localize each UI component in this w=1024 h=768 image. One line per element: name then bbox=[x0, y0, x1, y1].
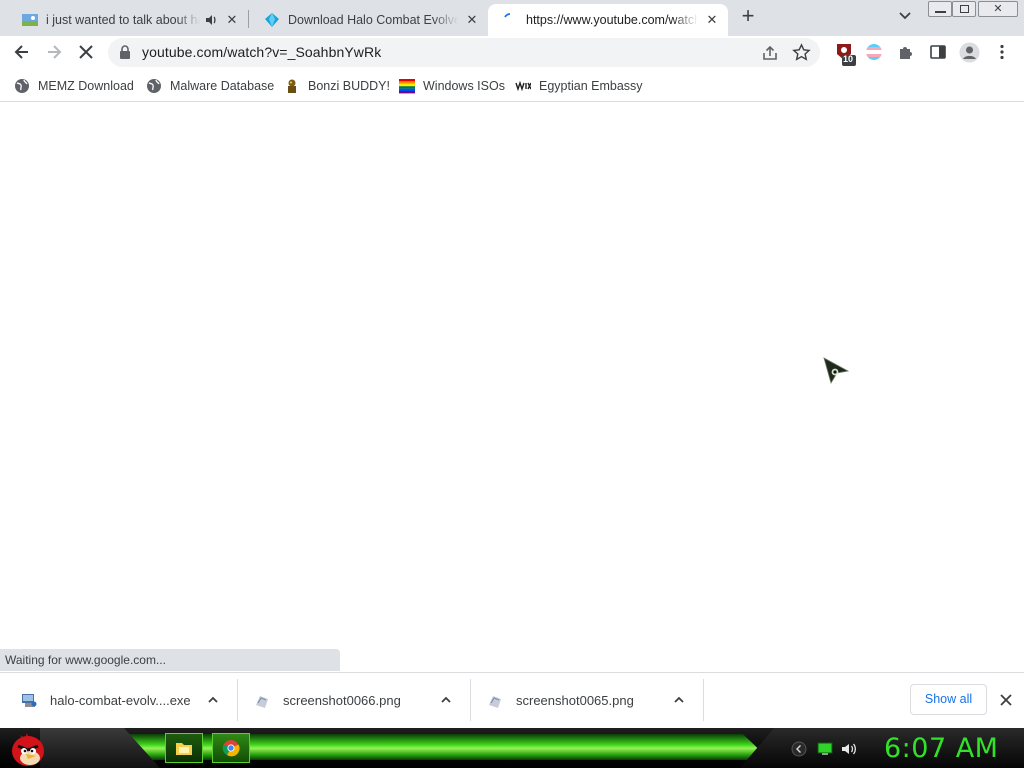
rainbow-flag-icon bbox=[399, 79, 415, 94]
bookmark-star-icon[interactable] bbox=[792, 43, 811, 62]
tab-close-icon[interactable]: ✕ bbox=[464, 12, 480, 28]
trans-flag-extension-icon[interactable] bbox=[865, 43, 883, 61]
share-icon[interactable] bbox=[761, 44, 779, 62]
blue-diamond-favicon-icon bbox=[265, 13, 279, 27]
network-monitor-icon[interactable] bbox=[817, 741, 833, 757]
eye-cursor-icon bbox=[823, 357, 850, 385]
bookmark-label: Malware Database bbox=[170, 79, 275, 93]
new-tab-button[interactable]: + bbox=[737, 5, 759, 28]
restore-window-button[interactable] bbox=[952, 1, 976, 17]
page-content-blank[interactable] bbox=[0, 103, 1024, 672]
bookmark-label: Windows ISOs bbox=[423, 79, 505, 93]
tab-title: i just wanted to talk about ha bbox=[46, 13, 200, 27]
image-file-icon bbox=[489, 696, 501, 708]
extension-badge-count: 10 bbox=[842, 54, 853, 64]
volume-icon[interactable] bbox=[841, 741, 857, 757]
download-filename: halo-combat-evolv....exe bbox=[50, 692, 191, 708]
wix-icon bbox=[515, 80, 531, 92]
close-download-shelf-icon[interactable] bbox=[998, 692, 1014, 708]
tab-title: Download Halo Combat Evolved bbox=[288, 13, 458, 27]
extensions-puzzle-icon[interactable] bbox=[897, 43, 915, 61]
tray-chevron-icon[interactable] bbox=[791, 741, 807, 757]
bookmark-egyptian-embassy[interactable]: Egyptian Embassy bbox=[515, 76, 643, 96]
download-separator bbox=[237, 679, 238, 721]
bookmark-label: Egyptian Embassy bbox=[539, 79, 643, 93]
close-window-button[interactable]: ✕ bbox=[978, 1, 1018, 17]
taskbar-chrome-button[interactable] bbox=[212, 733, 250, 763]
tab-close-icon[interactable]: ✕ bbox=[704, 12, 720, 28]
forward-arrow-icon[interactable] bbox=[44, 42, 64, 62]
tab-3-active[interactable]: https://www.youtube.com/watch ✕ bbox=[488, 4, 728, 36]
start-button-angry-bird-icon[interactable] bbox=[8, 729, 48, 767]
download-item-screenshot0065[interactable]: screenshot0065.png bbox=[486, 679, 704, 721]
chevron-up-icon[interactable] bbox=[439, 693, 453, 707]
stop-loading-icon[interactable] bbox=[76, 42, 96, 62]
bookmark-malware-database[interactable]: Malware Database bbox=[146, 76, 274, 96]
profile-avatar-icon[interactable] bbox=[959, 42, 980, 63]
url-text[interactable]: youtube.com/watch?v=_SoahbnYwRk bbox=[142, 44, 381, 60]
bookmark-bonzi-buddy[interactable]: Bonzi BUDDY! bbox=[284, 76, 390, 96]
tab-2[interactable]: Download Halo Combat Evolved ✕ bbox=[250, 4, 488, 36]
download-filename: screenshot0066.png bbox=[283, 692, 401, 708]
download-filename: screenshot0065.png bbox=[516, 692, 634, 708]
minimize-window-button[interactable] bbox=[928, 1, 952, 17]
bookmark-label: Bonzi BUDDY! bbox=[308, 79, 390, 93]
tab-1[interactable]: i just wanted to talk about ha ✕ bbox=[8, 4, 248, 36]
loading-spinner-icon bbox=[504, 13, 511, 18]
download-separator bbox=[703, 679, 704, 721]
chrome-menu-icon[interactable] bbox=[993, 43, 1011, 61]
globe-icon bbox=[147, 79, 161, 93]
download-item-halo-installer[interactable]: halo-combat-evolv....exe bbox=[20, 679, 238, 721]
tab-close-icon[interactable]: ✕ bbox=[224, 12, 240, 28]
installer-icon bbox=[22, 694, 37, 707]
globe-icon bbox=[15, 79, 29, 93]
back-arrow-icon[interactable] bbox=[12, 42, 32, 62]
bonzi-icon bbox=[288, 79, 296, 93]
download-separator bbox=[470, 679, 471, 721]
bookmark-memz-download[interactable]: MEMZ Download bbox=[14, 76, 134, 96]
taskbar-clock[interactable]: 6:07 AM bbox=[884, 733, 998, 764]
speaker-audio-icon[interactable] bbox=[204, 13, 218, 27]
status-bubble: Waiting for www.google.com... bbox=[0, 649, 340, 671]
chrome-icon bbox=[222, 740, 240, 757]
chevron-up-icon[interactable] bbox=[206, 693, 220, 707]
lock-icon[interactable] bbox=[119, 45, 131, 59]
chevron-up-icon[interactable] bbox=[672, 693, 686, 707]
folder-icon bbox=[176, 743, 192, 755]
landscape-favicon-icon bbox=[22, 14, 38, 26]
show-all-downloads-button[interactable]: Show all bbox=[910, 684, 987, 715]
bookmark-label: MEMZ Download bbox=[38, 79, 134, 93]
tab-search-chevron-icon[interactable] bbox=[896, 9, 914, 23]
side-panel-icon[interactable] bbox=[929, 43, 947, 61]
image-file-icon bbox=[256, 696, 268, 708]
tab-title: https://www.youtube.com/watch bbox=[526, 13, 698, 27]
download-item-screenshot0066[interactable]: screenshot0066.png bbox=[253, 679, 471, 721]
taskbar-file-explorer-button[interactable] bbox=[165, 733, 203, 763]
bookmark-windows-isos[interactable]: Windows ISOs bbox=[399, 76, 505, 96]
tab-separator bbox=[248, 10, 249, 28]
